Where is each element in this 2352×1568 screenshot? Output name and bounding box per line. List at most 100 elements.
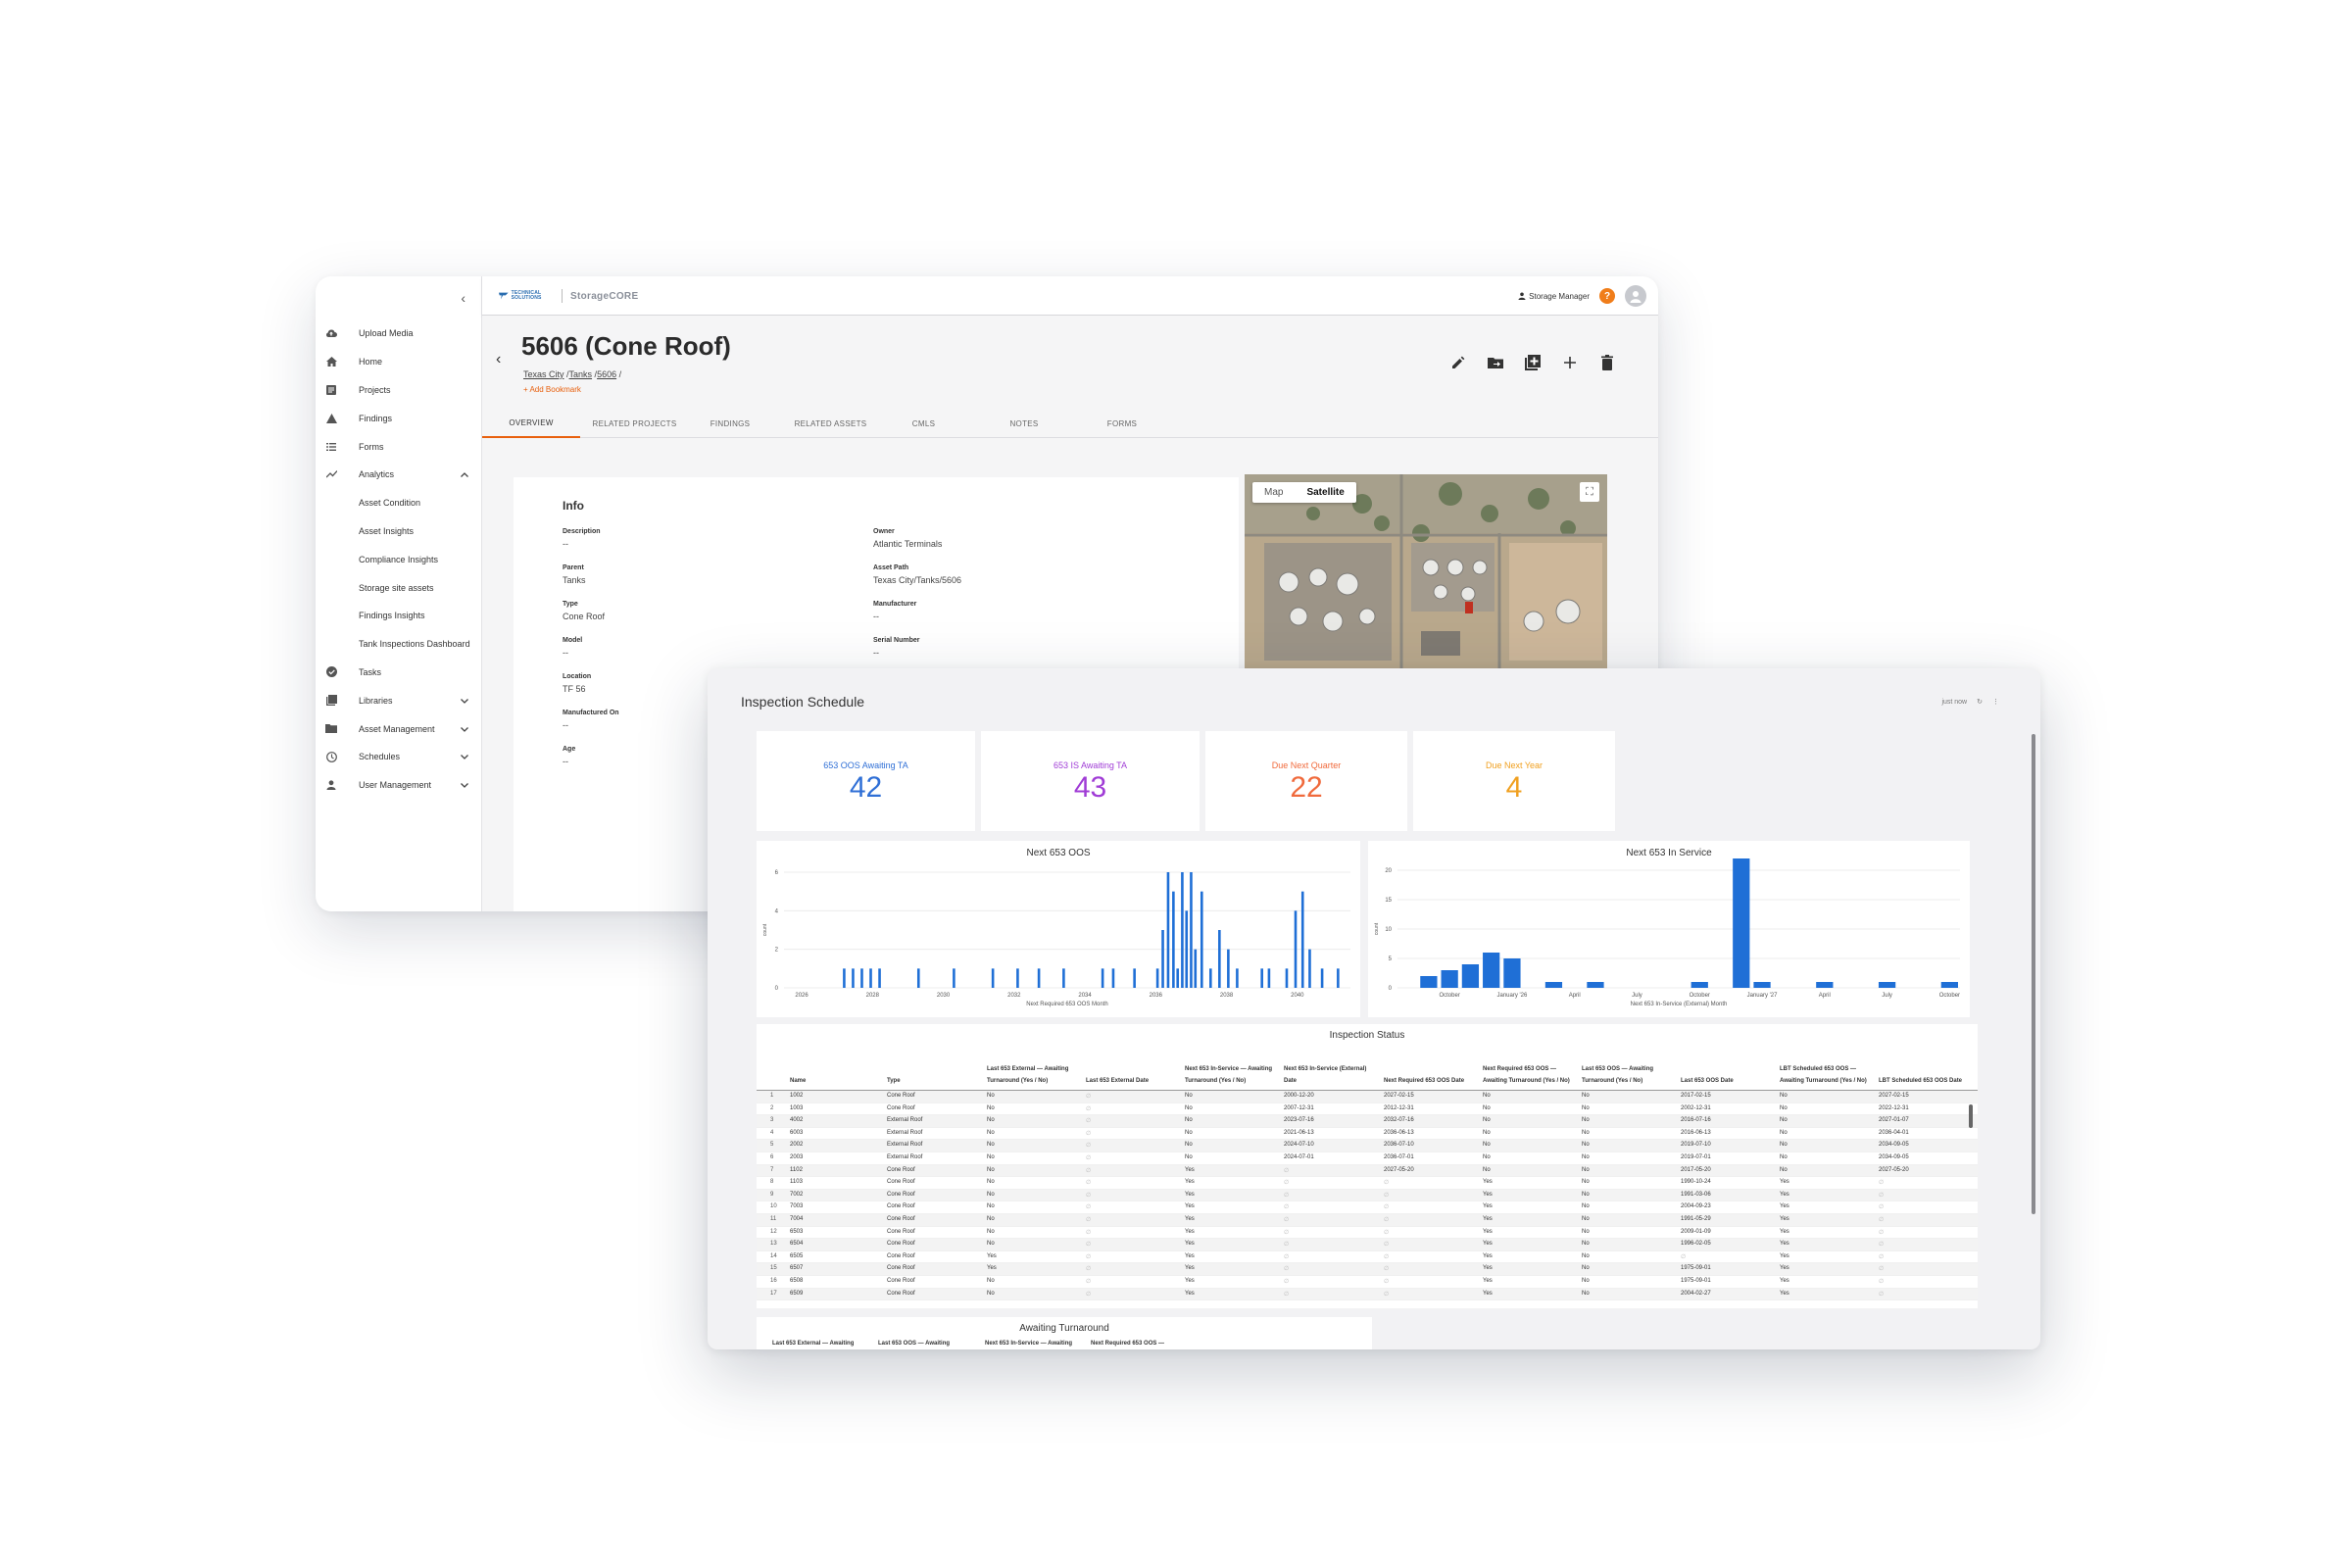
- satellite-map[interactable]: Map Satellite ⛶: [1245, 474, 1607, 670]
- map-view-tab[interactable]: Map: [1252, 482, 1295, 503]
- column-header[interactable]: Last 653 OOS — Awaiting Turnaround (Yes …: [1582, 1063, 1678, 1087]
- bar[interactable]: [869, 968, 872, 988]
- table-row[interactable]: 6 2003 External Roof No ∅ No 2024-07-01 2036-07…: [757, 1152, 1978, 1165]
- column-header[interactable]: Next Required 653 OOS Date: [1384, 1075, 1480, 1087]
- tab-related-projects[interactable]: RELATED PROJECTS: [583, 409, 686, 438]
- more-options-icon[interactable]: ⋮: [1992, 698, 1999, 706]
- table-row[interactable]: 5 2002 External Roof No ∅ No 2024-07-10 2036-07…: [757, 1140, 1978, 1152]
- bar[interactable]: [1200, 891, 1203, 988]
- tab-cmls[interactable]: CMLS: [892, 409, 956, 438]
- column-header[interactable]: Next 653 In-Service (External) Date: [1284, 1063, 1380, 1087]
- column-header[interactable]: Next 653 In-Service — Awaiting: [985, 1341, 1072, 1347]
- bar[interactable]: [1172, 891, 1175, 988]
- dashboard-scrollbar-thumb[interactable]: [2032, 734, 2035, 1214]
- column-header[interactable]: Next 653 In-Service — Awaiting Turnaroun…: [1185, 1063, 1281, 1087]
- bar[interactable]: [1161, 930, 1164, 988]
- kpi-card-due-next-quarter[interactable]: Due Next Quarter 22: [1205, 731, 1407, 831]
- add-child-icon[interactable]: [1523, 353, 1543, 372]
- chevron-up-icon[interactable]: [461, 469, 468, 479]
- sidebar-item-asset-condition[interactable]: Asset Condition: [316, 489, 482, 517]
- breadcrumb-tanks[interactable]: Tanks: [569, 369, 593, 379]
- add-icon[interactable]: [1560, 353, 1580, 372]
- add-bookmark-link[interactable]: + Add Bookmark: [523, 385, 581, 394]
- table-row[interactable]: 4 6003 External Roof No ∅ No 2021-06-13 2036-06…: [757, 1128, 1978, 1141]
- column-header[interactable]: Last 653 OOS — Awaiting: [878, 1341, 950, 1347]
- bar[interactable]: [1194, 949, 1198, 988]
- sidebar-item-analytics[interactable]: Analytics: [316, 461, 482, 489]
- tab-notes[interactable]: NOTES: [990, 409, 1058, 438]
- bar[interactable]: [916, 968, 920, 988]
- delete-icon[interactable]: [1597, 353, 1617, 372]
- tab-findings[interactable]: FINDINGS: [691, 409, 769, 438]
- bar[interactable]: [1544, 982, 1563, 988]
- bar[interactable]: [1155, 968, 1159, 988]
- bar[interactable]: [1733, 858, 1750, 988]
- bar[interactable]: [1294, 910, 1298, 988]
- fullscreen-icon[interactable]: ⛶: [1580, 482, 1599, 502]
- sidebar-item-findings-insights[interactable]: Findings Insights: [316, 602, 482, 630]
- bar[interactable]: [1133, 968, 1136, 988]
- edit-icon[interactable]: [1448, 353, 1468, 372]
- table-row[interactable]: 15 6507 Cone Roof Yes ∅ Yes ∅ ∅ Yes No 1975-09-01 Y…: [757, 1263, 1978, 1276]
- table-row[interactable]: 12 6503 Cone Roof No ∅ Yes ∅ ∅ Yes No 2009-01-09 Ye…: [757, 1227, 1978, 1240]
- column-header[interactable]: Last 653 External — Awaiting: [772, 1341, 854, 1347]
- column-header[interactable]: Next Required 653 OOS — Awaiting Turnaro…: [1483, 1063, 1579, 1087]
- sidebar-item-asset-management[interactable]: Asset Management: [316, 714, 482, 743]
- chevron-down-icon[interactable]: [461, 752, 468, 761]
- bar[interactable]: [1166, 872, 1170, 988]
- column-header[interactable]: Last 653 External Date: [1086, 1075, 1182, 1087]
- sidebar-item-user-management[interactable]: User Management: [316, 771, 482, 800]
- bar[interactable]: [852, 968, 855, 988]
- bar[interactable]: [1260, 968, 1263, 988]
- bar[interactable]: [860, 968, 863, 988]
- table-row[interactable]: 11 7004 Cone Roof No ∅ Yes ∅ ∅ Yes No 1991-05-29 Ye…: [757, 1213, 1978, 1227]
- column-header[interactable]: Name: [790, 1075, 883, 1087]
- breadcrumb-asset[interactable]: 5606: [597, 369, 616, 379]
- table-row[interactable]: 10 7003 Cone Roof No ∅ Yes ∅ ∅ Yes No 2004-09-23 Ye…: [757, 1201, 1978, 1214]
- breadcrumb-site[interactable]: Texas City: [523, 369, 564, 379]
- bar[interactable]: [1185, 910, 1189, 988]
- sidebar-item-schedules[interactable]: Schedules: [316, 743, 482, 771]
- bar[interactable]: [843, 968, 846, 988]
- sidebar-item-projects[interactable]: Projects: [316, 376, 482, 405]
- column-header[interactable]: Last 653 OOS Date: [1681, 1075, 1777, 1087]
- table-row[interactable]: 2 1003 Cone Roof No ∅ No 2007-12-31 2012-12-31 N…: [757, 1103, 1978, 1116]
- bar[interactable]: [1037, 968, 1041, 988]
- sidebar-item-upload-media[interactable]: Upload Media: [316, 319, 482, 348]
- bar[interactable]: [1587, 982, 1604, 988]
- column-header[interactable]: Next Required 653 OOS —: [1091, 1341, 1164, 1347]
- table-row[interactable]: 17 6509 Cone Roof No ∅ Yes ∅ ∅ Yes No 2004-02-27 Ye…: [757, 1288, 1978, 1301]
- bar[interactable]: [991, 968, 995, 988]
- bar[interactable]: [1111, 968, 1115, 988]
- tab-overview[interactable]: OVERVIEW: [482, 409, 580, 438]
- tab-related-assets[interactable]: RELATED ASSETS: [779, 409, 882, 438]
- bar[interactable]: [1816, 982, 1834, 988]
- bar[interactable]: [1218, 930, 1221, 988]
- chevron-down-icon[interactable]: [461, 780, 468, 790]
- back-icon[interactable]: ‹: [496, 351, 501, 368]
- bar[interactable]: [953, 968, 956, 988]
- table-row[interactable]: 13 6504 Cone Roof No ∅ Yes ∅ ∅ Yes No 1996-02-05 Ye…: [757, 1239, 1978, 1251]
- bar[interactable]: [1320, 968, 1324, 988]
- help-icon[interactable]: ?: [1599, 288, 1615, 304]
- table-row[interactable]: 14 6505 Cone Roof Yes ∅ Yes ∅ ∅ Yes No ∅ Yes ∅: [757, 1251, 1978, 1264]
- sidebar-item-findings[interactable]: Findings: [316, 404, 482, 432]
- sidebar-item-asset-insights[interactable]: Asset Insights: [316, 517, 482, 546]
- bar[interactable]: [1461, 964, 1480, 988]
- sidebar-item-compliance-insights[interactable]: Compliance Insights: [316, 545, 482, 573]
- sidebar-item-forms[interactable]: Forms: [316, 432, 482, 461]
- bar[interactable]: [1420, 976, 1438, 988]
- bar[interactable]: [1753, 982, 1771, 988]
- bar[interactable]: [1267, 968, 1271, 988]
- bar[interactable]: [1062, 968, 1065, 988]
- bar[interactable]: [1337, 968, 1340, 988]
- move-folder-icon[interactable]: [1486, 353, 1505, 372]
- column-header[interactable]: Last 653 External — Awaiting Turnaround …: [987, 1063, 1083, 1087]
- bar[interactable]: [1190, 872, 1193, 988]
- column-header[interactable]: LBT Scheduled 653 OOS — Awaiting Turnaro…: [1780, 1063, 1876, 1087]
- table-row[interactable]: 7 1102 Cone Roof No ∅ Yes ∅ 2027-05-20 No No 2017-…: [757, 1164, 1978, 1178]
- tab-forms[interactable]: FORMS: [1088, 409, 1156, 438]
- table-scrollbar-thumb[interactable]: [1969, 1104, 1973, 1128]
- sidebar-item-tank-inspections-dashboard[interactable]: Tank Inspections Dashboard: [316, 630, 482, 659]
- table-row[interactable]: 3 4002 External Roof No ∅ No 2023-07-16 2032-07…: [757, 1115, 1978, 1128]
